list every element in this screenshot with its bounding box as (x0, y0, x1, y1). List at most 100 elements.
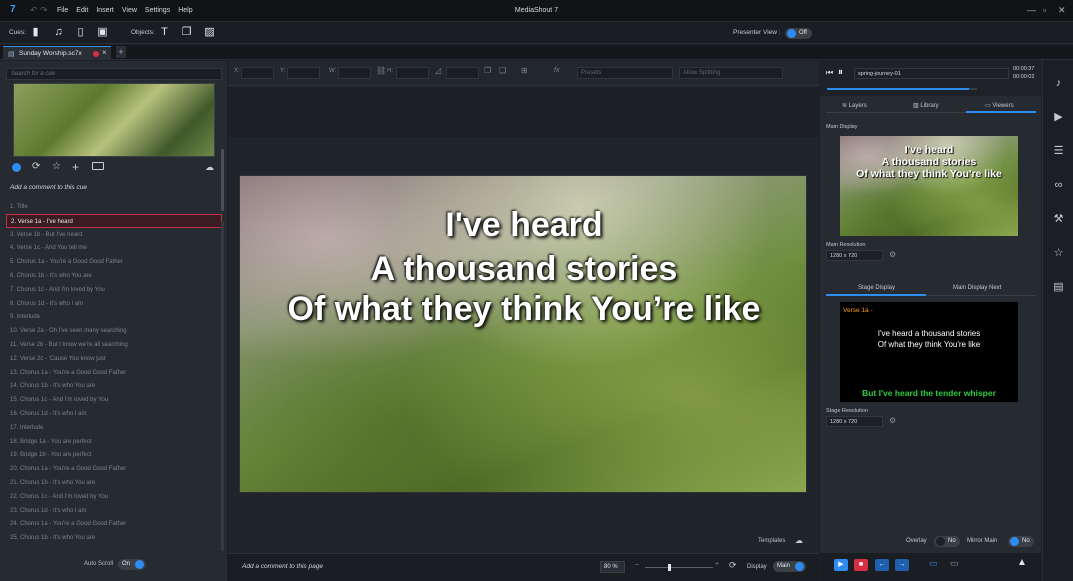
close-icon[interactable]: ✕ (1058, 5, 1066, 16)
thumb-scrollbar[interactable] (221, 149, 224, 211)
cue-item[interactable]: 14. Chorus 1b - It's who You are (6, 379, 222, 393)
layers-icon[interactable]: ❏ (499, 66, 506, 75)
favorites-star-icon[interactable]: ☆ (1051, 246, 1066, 261)
new-cue-icon[interactable]: ▮ (29, 26, 42, 39)
cue-list-scrollbar[interactable] (221, 221, 224, 551)
tab-close-icon[interactable]: × (102, 48, 107, 57)
display-toggle[interactable]: Main (773, 561, 806, 572)
stage-resolution-settings-icon[interactable]: ⚙ (889, 416, 896, 425)
play-square-icon[interactable]: ▶ (1051, 110, 1066, 125)
x-input[interactable] (241, 67, 274, 79)
cue-item[interactable]: 11. Verse 2b - But I know we're all sear… (6, 338, 222, 352)
tab-main-display-next[interactable]: Main Display Next (953, 285, 1001, 291)
media-progress[interactable] (827, 88, 977, 90)
tab-layers[interactable]: ≋ Layers (842, 102, 867, 109)
tab-viewers[interactable]: ▭ Viewers (985, 102, 1014, 109)
cue-item[interactable]: 16. Chorus 1d - It's who I am (6, 407, 222, 421)
zoom-value[interactable]: 80 % (600, 561, 625, 573)
add-icon[interactable]: + (72, 160, 79, 174)
zoom-in-icon[interactable]: + (715, 561, 719, 568)
h-input[interactable] (396, 67, 429, 79)
cue-item[interactable]: 17. Interlude (6, 421, 222, 435)
zoom-out-icon[interactable]: – (635, 561, 639, 568)
rotate-icon[interactable]: ◿ (435, 66, 441, 75)
splitting-dropdown[interactable]: Allow Splitting (679, 67, 783, 79)
text-cue-icon[interactable]: ▣ (96, 26, 109, 39)
cloud-icon[interactable]: ☁ (205, 162, 214, 173)
cue-item[interactable]: 24. Chorus 1a - You're a Good Good Fathe… (6, 517, 222, 531)
playlist-icon[interactable]: ☰ (1051, 144, 1066, 159)
cue-item[interactable]: 22. Chorus 1c - And I'm loved by You (6, 490, 222, 504)
previous-button[interactable]: ← (875, 559, 889, 571)
menu-file[interactable]: File (57, 7, 68, 14)
cue-item[interactable]: 4. Verse 1c - And You tell me (6, 241, 222, 255)
w-input[interactable] (338, 67, 371, 79)
cue-item[interactable]: 8. Chorus 1d - It's who I am (6, 297, 222, 311)
zoom-slider-handle[interactable] (668, 564, 671, 571)
cue-status-icon[interactable] (12, 163, 21, 172)
menu-edit[interactable]: Edit (76, 7, 88, 14)
y-input[interactable] (287, 67, 320, 79)
slide-line-2[interactable]: A thousand stories (240, 250, 806, 289)
menu-help[interactable]: Help (178, 7, 192, 14)
main-resolution-settings-icon[interactable]: ⚙ (889, 250, 896, 259)
cue-comment[interactable]: Add a comment to this cue (10, 184, 87, 191)
menu-insert[interactable]: Insert (96, 7, 114, 14)
slide-canvas[interactable]: I've heard A thousand stories Of what th… (239, 175, 807, 493)
presenter-view-toggle[interactable]: Off (785, 28, 812, 39)
cue-item[interactable]: 18. Bridge 1a - You are perfect (6, 435, 222, 449)
presets-dropdown[interactable]: Presets (577, 67, 673, 79)
cue-item[interactable]: 15. Chorus 1c - And I'm loved by You (6, 393, 222, 407)
music-note-icon[interactable]: ♪ (1051, 76, 1066, 91)
next-button[interactable]: → (895, 559, 909, 571)
cue-item[interactable]: 9. Interlude (6, 310, 222, 324)
page-comment[interactable]: Add a comment to this page (242, 563, 323, 570)
templates-cloud-icon[interactable]: ☁ (795, 536, 803, 545)
cue-item[interactable]: 7. Chorus 1c - And I'm loved by You (6, 283, 222, 297)
cue-item[interactable]: 12. Verse 2c - 'Cause You know just (6, 352, 222, 366)
copy-icon[interactable]: ❐ (484, 66, 491, 75)
cue-item[interactable]: 21. Chorus 1b - It's who You are (6, 476, 222, 490)
fx-icon[interactable]: fx (554, 67, 559, 74)
book-icon[interactable]: ▤ (1051, 280, 1066, 295)
tab-library[interactable]: ▥ Library (913, 102, 939, 109)
cue-item[interactable]: 25. Chorus 1b - It's who You are (6, 531, 222, 545)
overlay-toggle[interactable]: No (934, 536, 960, 547)
main-resolution-dropdown[interactable]: 1280 x 720 (826, 250, 883, 261)
refresh-icon[interactable]: ⟳ (32, 161, 40, 172)
stop-button[interactable]: ■ (854, 559, 868, 571)
link-icon[interactable]: ⛓ (376, 66, 386, 75)
link-chain-icon[interactable]: ∞ (1051, 178, 1066, 193)
slide-line-3[interactable]: Of what they think You’re like (240, 290, 806, 329)
rotation-input[interactable] (446, 67, 479, 79)
menu-view[interactable]: View (122, 7, 137, 14)
cue-item[interactable]: 3. Verse 1b - But I've heard (6, 228, 222, 242)
mirror-main-toggle[interactable]: No (1008, 536, 1034, 547)
cue-item[interactable]: 23. Chorus 1d - It's who I am (6, 504, 222, 518)
cue-search-input[interactable]: Search for a cue (6, 68, 222, 80)
tab-sunday-worship[interactable]: ▤ Sunday Worship.sc7x × (3, 46, 111, 60)
play-button[interactable]: ▶ (834, 559, 848, 571)
wrench-icon[interactable]: ⚒ (1051, 212, 1066, 227)
pause-icon[interactable]: ⏸ (838, 67, 843, 78)
tab-stage-display[interactable]: Stage Display (858, 285, 895, 291)
cue-item[interactable]: 10. Verse 2a - Oh I've seen many searchi… (6, 324, 222, 338)
keyboard-icon[interactable] (92, 162, 104, 170)
warning-icon[interactable]: ▲ (1017, 557, 1027, 568)
slide-line-1[interactable]: I've heard (240, 206, 806, 245)
sync-icon[interactable]: ⟳ (729, 560, 737, 571)
templates-label[interactable]: Templates (758, 538, 785, 544)
cue-item[interactable]: 5. Chorus 1a - You're a Good Good Father (6, 255, 222, 269)
cue-item[interactable]: 1. Title (6, 200, 222, 214)
screen-icon[interactable]: ▭ (929, 558, 938, 569)
zoom-slider[interactable] (645, 567, 713, 568)
skip-back-icon[interactable]: ⏮ (826, 68, 833, 78)
menu-settings[interactable]: Settings (145, 7, 170, 14)
align-icon[interactable]: ⊞ (521, 66, 528, 75)
cue-item[interactable]: 19. Bridge 1b - You are perfect (6, 448, 222, 462)
cue-item[interactable]: 13. Chorus 1a - You're a Good Good Fathe… (6, 366, 222, 380)
audio-cue-icon[interactable]: ♫ (52, 26, 65, 39)
screen-off-icon[interactable]: ▭ (950, 558, 959, 569)
star-icon[interactable]: ☆ (52, 161, 61, 172)
maximize-icon[interactable]: ▫ (1043, 5, 1046, 15)
